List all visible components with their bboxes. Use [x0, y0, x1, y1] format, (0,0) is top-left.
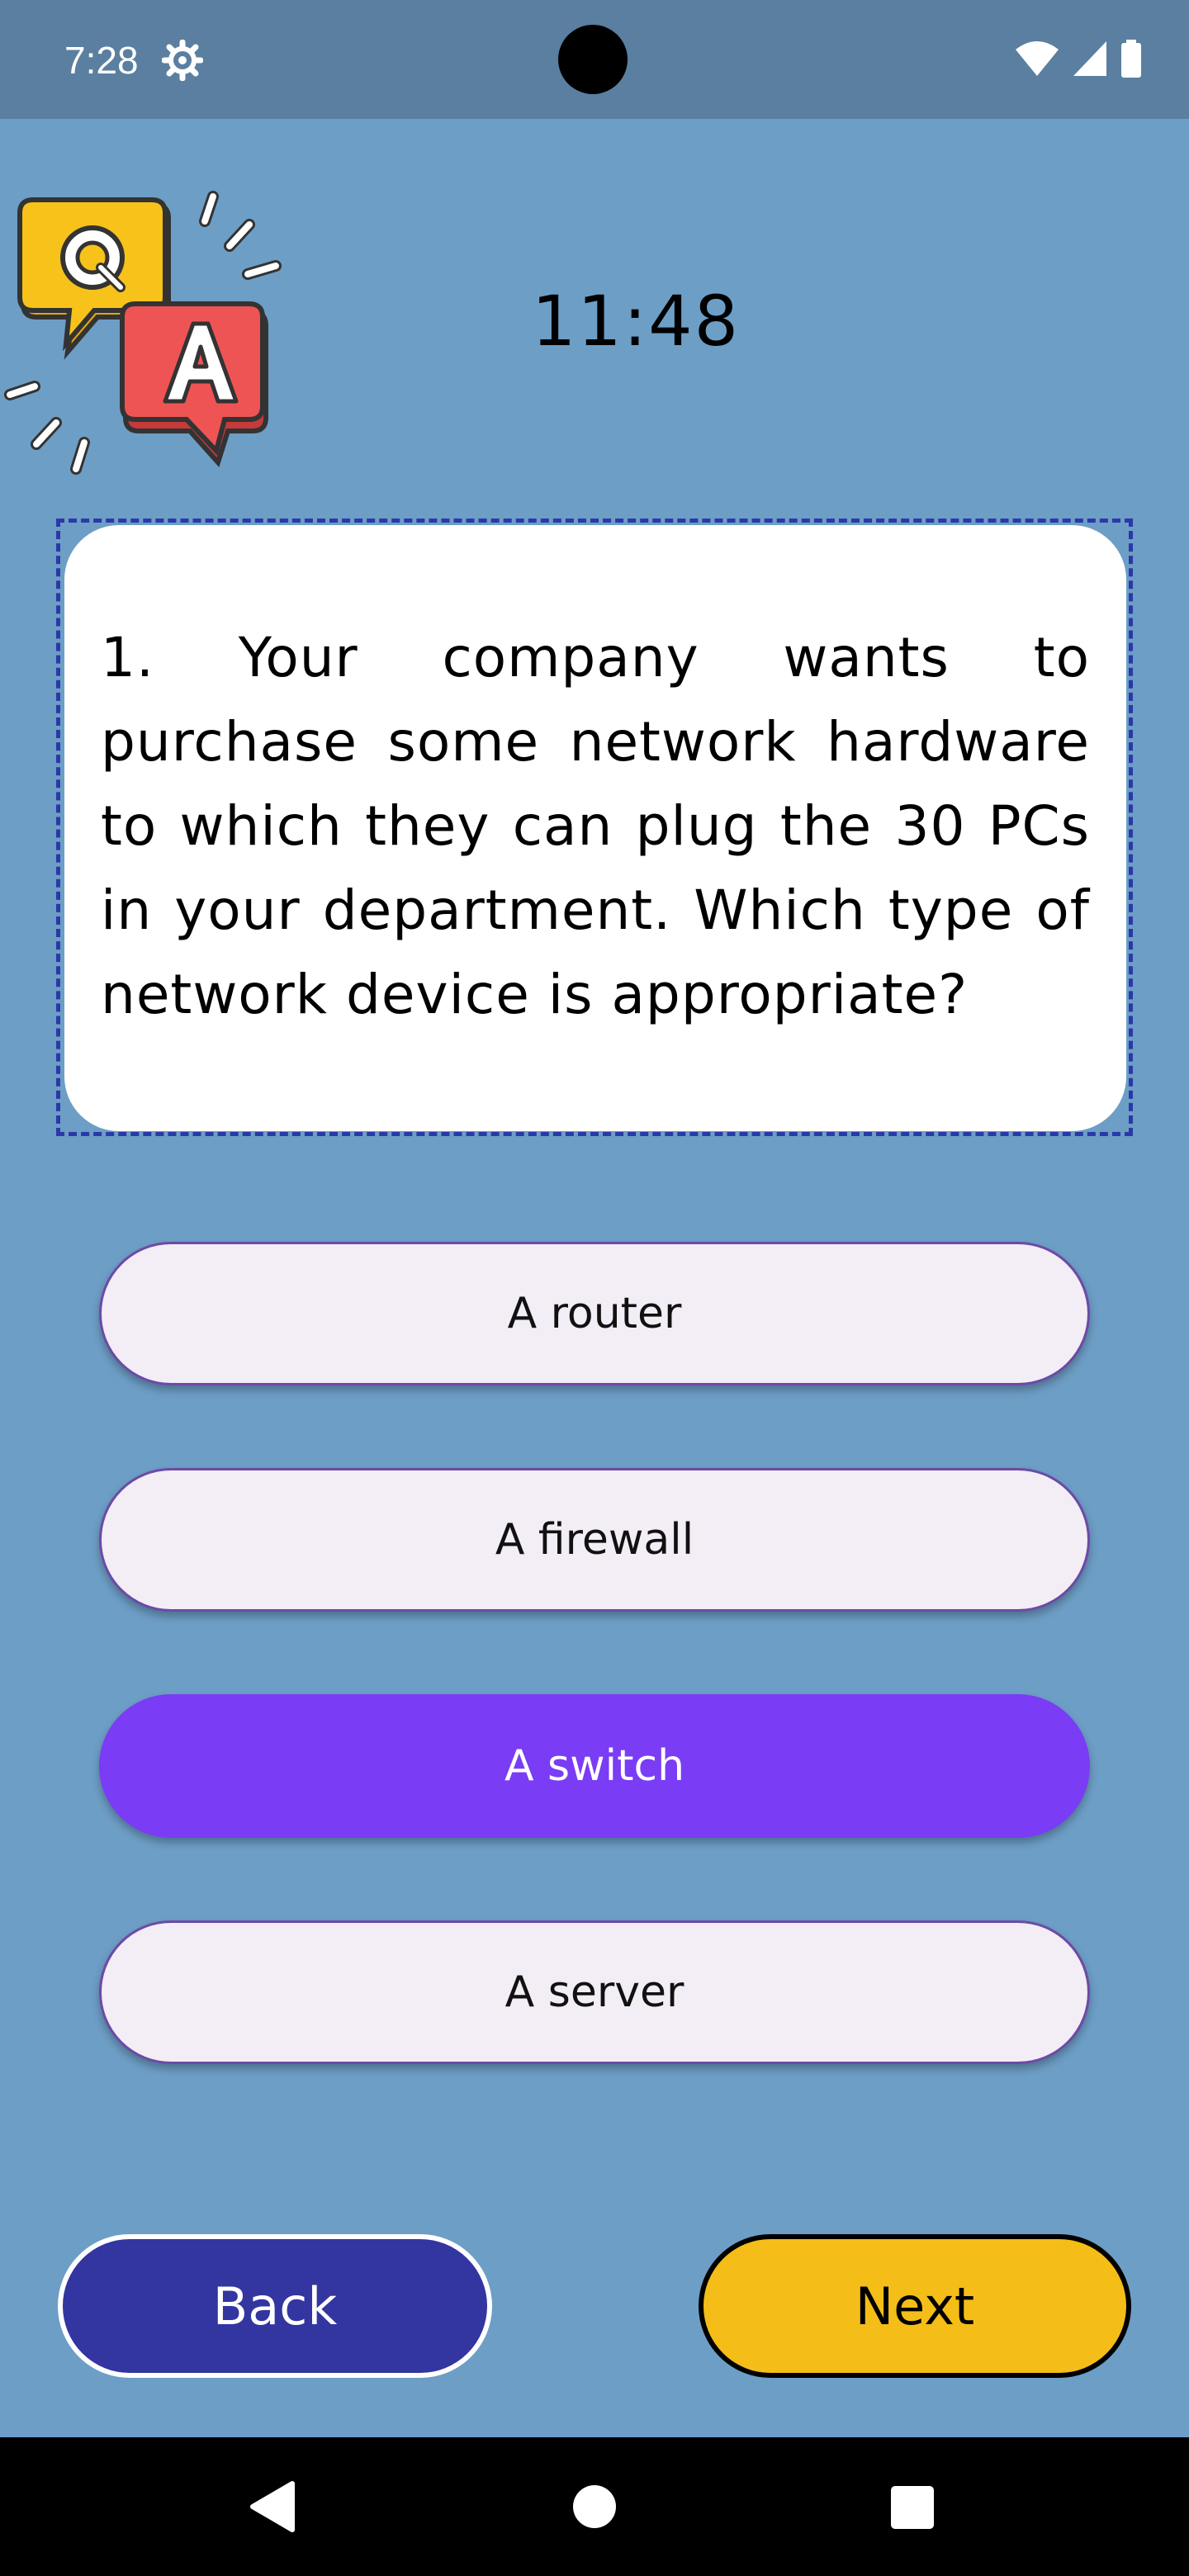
answer-option-3[interactable]: A switch — [99, 1694, 1090, 1838]
question-text: 1. Your company wants to purchase some n… — [101, 626, 1090, 1026]
cellular-signal-icon — [1073, 41, 1106, 76]
answer-option-2[interactable]: A firewall — [99, 1468, 1090, 1612]
gear-icon — [162, 40, 203, 81]
quiz-timer: 11:48 — [531, 281, 741, 362]
back-triangle-icon[interactable] — [249, 2480, 296, 2533]
answer-option-4[interactable]: A server — [99, 1920, 1090, 2064]
home-circle-icon[interactable] — [571, 2484, 618, 2530]
next-button-label: Next — [855, 2275, 975, 2337]
q-and-a-speech-bubbles-icon — [4, 191, 282, 475]
system-navigation-bar — [0, 2437, 1189, 2576]
answer-label: A firewall — [495, 1515, 694, 1565]
status-icons — [1014, 40, 1143, 81]
recents-square-icon[interactable] — [890, 2485, 935, 2530]
answer-option-1[interactable]: A router — [99, 1242, 1090, 1385]
status-bar: 7:28 — [0, 0, 1189, 119]
question-card: 1. Your company wants to purchase some n… — [64, 525, 1126, 1131]
wifi-icon — [1016, 41, 1059, 76]
answer-label: A switch — [504, 1741, 685, 1791]
back-button[interactable]: Back — [58, 2234, 492, 2378]
status-time: 7:28 — [64, 39, 139, 82]
next-button[interactable]: Next — [699, 2234, 1131, 2378]
battery-icon — [1121, 40, 1141, 78]
answer-label: A router — [507, 1289, 682, 1338]
answer-label: A server — [504, 1968, 685, 2017]
camera-cutout — [558, 25, 628, 94]
back-button-label: Back — [212, 2275, 338, 2337]
